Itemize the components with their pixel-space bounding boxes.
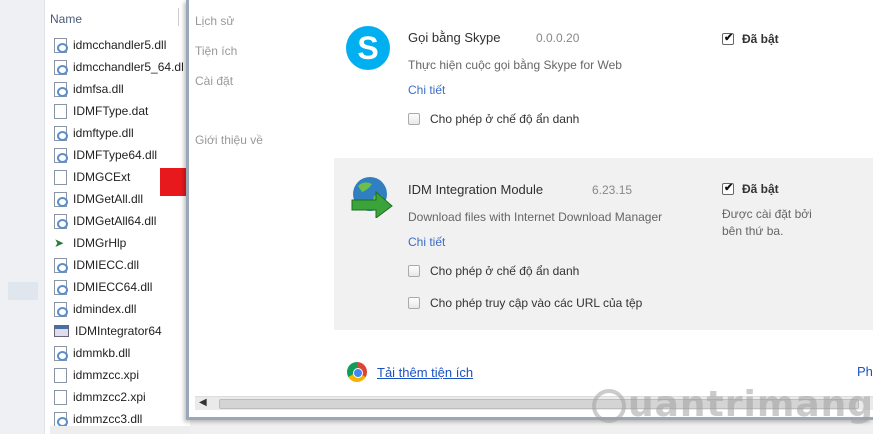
extension-version: 6.23.15 <box>592 183 633 197</box>
file-name: IDMGrHlp <box>73 236 127 250</box>
extension-name: IDM Integration Module <box>408 182 544 197</box>
file-urls-checkbox[interactable] <box>408 297 420 309</box>
chrome-extensions-window: Lịch sử Tiện ích Cài đặt Giới thiệu về S… <box>186 0 873 420</box>
application-icon <box>54 325 69 337</box>
column-separator[interactable] <box>178 8 179 26</box>
extension-description: Download files with Internet Download Ma… <box>408 210 663 224</box>
get-more-extensions-link[interactable]: Tải thêm tiện ích <box>377 365 473 380</box>
file-name: idmcchandler5_64.dl <box>73 60 184 74</box>
file-row[interactable]: idmmzcc.xpi <box>54 364 184 386</box>
enabled-toggle[interactable]: Đã bật <box>722 31 779 46</box>
file-row[interactable]: idmfsa.dll <box>54 78 184 100</box>
navigation-selected-item[interactable] <box>8 282 38 300</box>
file-row[interactable]: IDMIECC64.dll <box>54 276 184 298</box>
enabled-label: Đã bật <box>742 182 779 196</box>
file-name: idmmzcc.xpi <box>73 368 140 382</box>
watermark-text: uantrimang <box>628 384 873 425</box>
file-name: IDMGetAll64.dll <box>73 214 157 228</box>
file-icon <box>54 169 67 185</box>
file-name: IDMIECC64.dll <box>73 280 153 294</box>
file-row[interactable]: idmindex.dll <box>54 298 184 320</box>
file-name: idmmkb.dll <box>73 346 131 360</box>
file-row[interactable]: ➤ IDMGrHlp <box>54 232 184 254</box>
nav-settings[interactable]: Cài đặt <box>195 74 233 88</box>
installed-by-third-party-note: Được cài đặt bởi bên thứ ba. <box>722 207 812 238</box>
details-link[interactable]: Chi tiết <box>408 83 445 97</box>
dll-file-icon <box>54 59 68 75</box>
watermark-logo-icon <box>592 389 626 423</box>
file-row[interactable]: IDMIntegrator64 <box>54 320 184 342</box>
file-name: IDMFType64.dll <box>73 148 158 162</box>
enabled-checkbox[interactable] <box>722 181 734 195</box>
file-urls-option[interactable]: Cho phép truy cập vào các URL của tệp <box>408 296 642 310</box>
details-link[interactable]: Chi tiết <box>408 235 445 249</box>
file-explorer-pane: Name idmcchandler5.dll idmcchandler5_64.d… <box>0 0 190 434</box>
dll-file-icon <box>54 213 68 229</box>
file-row[interactable]: idmcchandler5_64.dl <box>54 56 184 78</box>
scroll-left-arrow-icon[interactable]: ◀ <box>199 397 207 408</box>
file-list: idmcchandler5.dll idmcchandler5_64.dlidmf… <box>54 34 184 430</box>
incognito-label: Cho phép ở chế độ ẩn danh <box>430 112 580 126</box>
file-row[interactable]: idmftype.dll <box>54 122 184 144</box>
file-row[interactable]: idmcchandler5.dll <box>54 34 184 56</box>
file-urls-label: Cho phép truy cập vào các URL của tệp <box>430 296 643 310</box>
file-icon <box>54 103 67 119</box>
nav-about[interactable]: Giới thiệu về <box>195 133 263 147</box>
chrome-webstore-icon <box>347 362 367 382</box>
file-name: idmcchandler5.dll <box>73 38 167 52</box>
site-watermark: uantrimang <box>592 384 873 425</box>
extension-description: Thực hiện cuộc gọi bằng Skype for Web <box>408 58 622 72</box>
enabled-checkbox[interactable] <box>722 31 734 45</box>
nav-extensions[interactable]: Tiện ích <box>195 44 237 58</box>
incognito-option[interactable]: Cho phép ở chế độ ẩn danh <box>408 264 579 278</box>
idm-helper-icon: ➤ <box>54 235 65 250</box>
incognito-checkbox[interactable] <box>408 113 420 125</box>
enabled-toggle[interactable]: Đã bật <box>722 181 779 196</box>
incognito-checkbox[interactable] <box>408 265 420 277</box>
cut-off-link[interactable]: Ph <box>857 364 873 379</box>
dll-file-icon <box>54 411 68 427</box>
file-icon <box>54 367 67 383</box>
file-name: idmmzcc2.xpi <box>73 390 146 404</box>
enabled-label: Đã bật <box>742 32 779 46</box>
skype-icon: S <box>346 26 390 70</box>
file-row[interactable]: IDMIECC.dll <box>54 254 184 276</box>
get-more-extensions[interactable]: Tải thêm tiện ích <box>347 362 473 382</box>
file-name: idmftype.dll <box>73 126 134 140</box>
file-name: idmindex.dll <box>73 302 137 316</box>
dll-file-icon <box>54 37 68 53</box>
dll-file-icon <box>54 191 68 207</box>
extension-version: 0.0.0.20 <box>536 31 580 45</box>
file-icon <box>54 389 67 405</box>
file-name: IDMGCExt <box>73 170 131 184</box>
extension-name: Gọi bằng Skype <box>408 30 501 45</box>
idm-globe-icon <box>351 177 393 218</box>
name-column-header[interactable]: Name <box>50 12 82 26</box>
file-name: idmfsa.dll <box>73 82 124 96</box>
partial-file-row <box>50 426 190 434</box>
file-row[interactable]: idmmkb.dll <box>54 342 184 364</box>
navigation-pane <box>0 0 45 434</box>
file-name: IDMGetAll.dll <box>73 192 144 206</box>
file-name: IDMIntegrator64 <box>75 324 162 338</box>
file-name: IDMFType.dat <box>73 104 149 118</box>
incognito-option[interactable]: Cho phép ở chế độ ẩn danh <box>408 112 579 126</box>
file-row[interactable]: idmmzcc2.xpi <box>54 386 184 408</box>
dll-file-icon <box>54 125 68 141</box>
nav-history[interactable]: Lịch sử <box>195 14 234 28</box>
extension-idm: IDM Integration Module 6.23.15 Download … <box>334 158 873 330</box>
dll-file-icon <box>54 81 68 97</box>
dll-file-icon <box>54 345 68 361</box>
dll-file-icon <box>54 257 68 273</box>
file-row[interactable]: IDMFType.dat <box>54 100 184 122</box>
dll-file-icon <box>54 301 68 317</box>
dll-file-icon <box>54 279 68 295</box>
incognito-label: Cho phép ở chế độ ẩn danh <box>430 264 580 278</box>
dll-file-icon <box>54 147 68 163</box>
file-name: IDMIECC.dll <box>73 258 140 272</box>
extension-skype: S Gọi bằng Skype 0.0.0.20 Thực hiện cuộc… <box>334 14 873 144</box>
